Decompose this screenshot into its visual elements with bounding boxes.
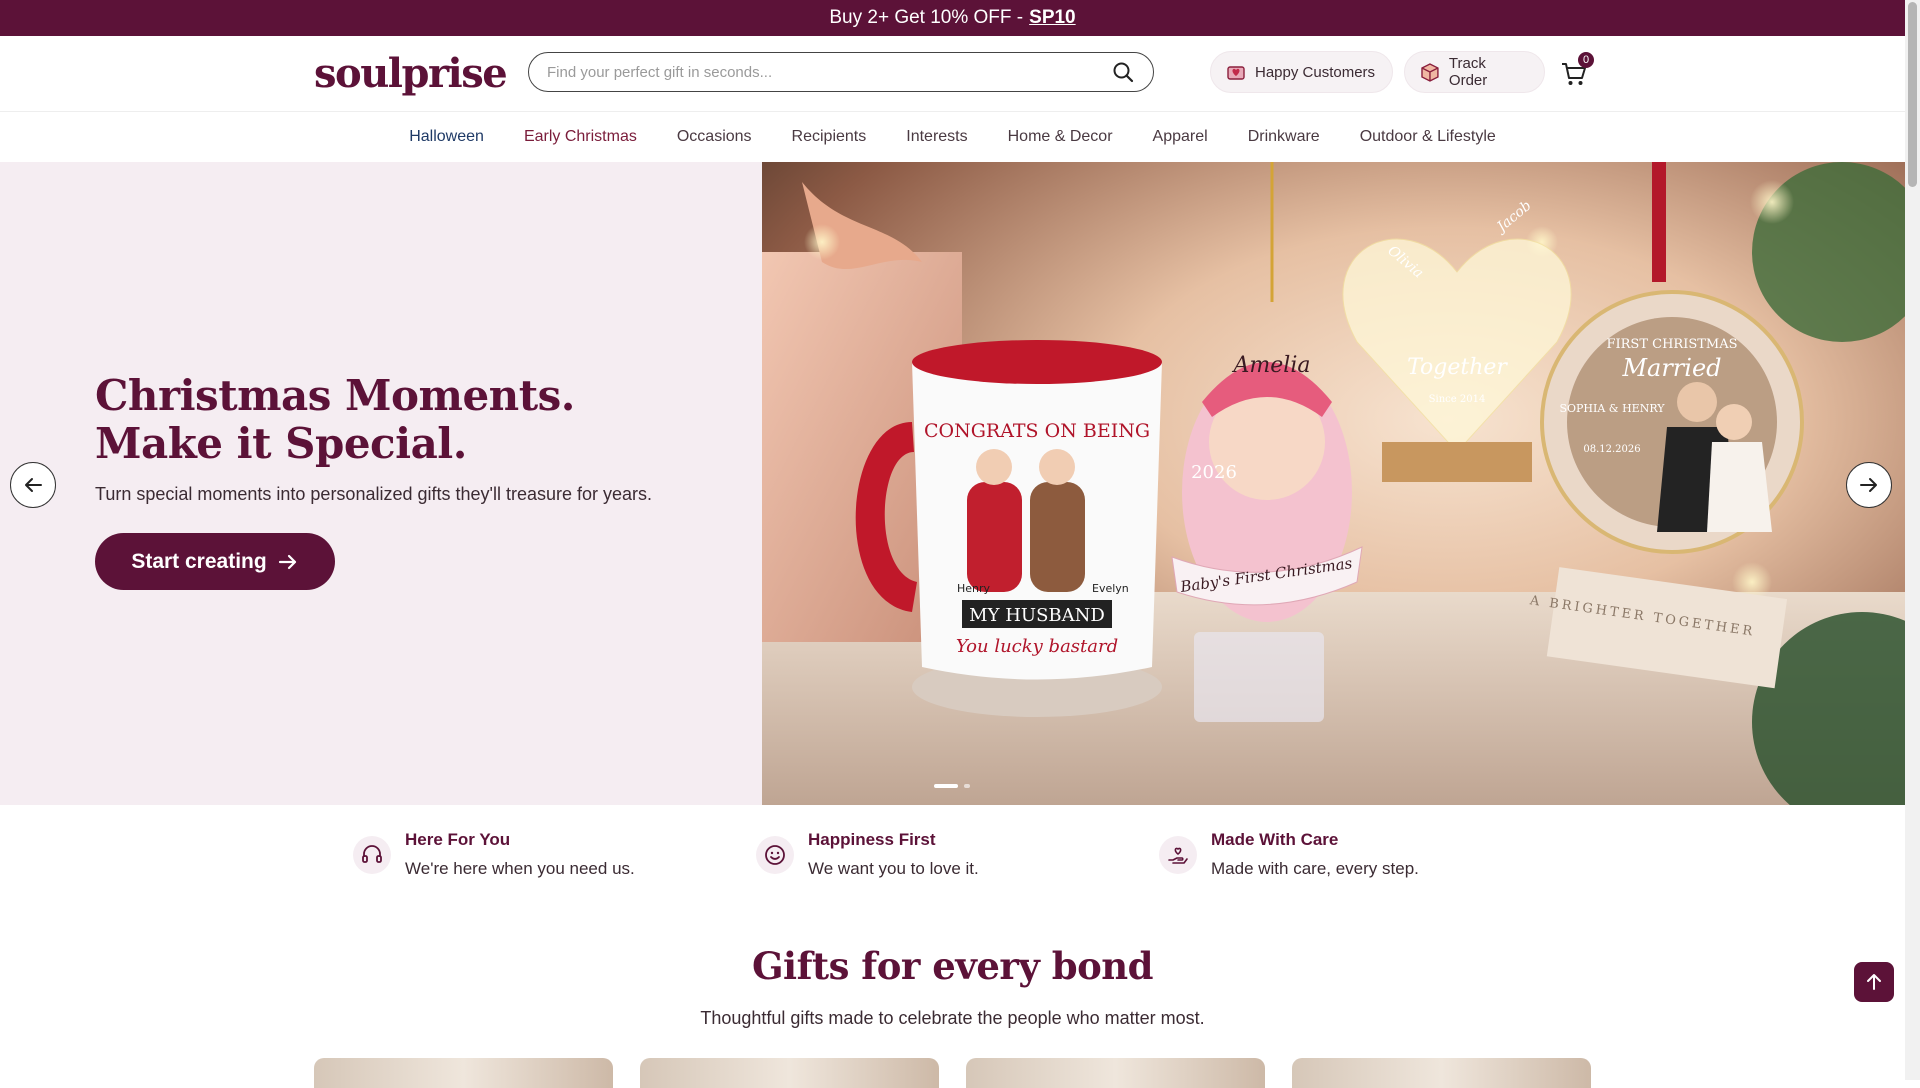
mug-name-left: Henry bbox=[957, 582, 991, 595]
feature-strip: Here For You We're here when you need us… bbox=[0, 805, 1905, 915]
hero-scene: CONGRATS ON BEING Henry Evelyn MY HUSBAN… bbox=[762, 162, 1905, 805]
hero-title: Christmas Moments. Make it Special. bbox=[95, 372, 575, 468]
bond-card[interactable] bbox=[314, 1058, 613, 1088]
carousel-next-button[interactable] bbox=[1846, 462, 1892, 508]
ornament-script: Married bbox=[1621, 354, 1721, 382]
site-header: soulprise Happy Customers Track Order 0 bbox=[0, 36, 1905, 112]
arrow-up-icon bbox=[1867, 974, 1881, 990]
nav-item-outdoor-lifestyle[interactable]: Outdoor & Lifestyle bbox=[1340, 128, 1516, 146]
hero-title-line-2: Make it Special. bbox=[95, 419, 467, 468]
mug-name-right: Evelyn bbox=[1092, 582, 1129, 595]
scrollbar-thumb[interactable] bbox=[1908, 2, 1917, 187]
carousel-dots bbox=[934, 784, 970, 788]
promo-text: Buy 2+ Get 10% OFF - bbox=[829, 7, 1024, 28]
carousel-dot[interactable] bbox=[964, 784, 970, 788]
nav-item-recipients[interactable]: Recipients bbox=[772, 128, 887, 146]
feature-here-for-you: Here For You We're here when you need us… bbox=[353, 830, 635, 879]
search-bar bbox=[528, 52, 1154, 92]
ornament-top: FIRST CHRISTMAS bbox=[1606, 337, 1737, 352]
track-order-label: Track Order bbox=[1448, 55, 1488, 89]
cart-button[interactable]: 0 bbox=[1560, 52, 1594, 90]
search-input[interactable] bbox=[547, 63, 1111, 81]
hero-title-line-1: Christmas Moments. bbox=[95, 371, 575, 420]
bond-card[interactable] bbox=[966, 1058, 1265, 1088]
happy-customers-button[interactable]: Happy Customers bbox=[1210, 51, 1393, 93]
scroll-to-top-button[interactable] bbox=[1854, 962, 1894, 1002]
heart-since: Since 2014 bbox=[1429, 394, 1486, 405]
hero-text-panel: Christmas Moments. Make it Special. Turn… bbox=[0, 162, 762, 805]
track-order-button[interactable]: Track Order bbox=[1404, 51, 1545, 93]
section-subtitle: Thoughtful gifts made to celebrate the p… bbox=[700, 1008, 1205, 1028]
nav-item-apparel[interactable]: Apparel bbox=[1133, 128, 1228, 146]
heart-word: Together bbox=[1407, 355, 1508, 380]
smiley-icon bbox=[756, 836, 794, 874]
feature-title: Made With Care bbox=[1211, 830, 1339, 849]
hand-heart-icon bbox=[1159, 836, 1197, 874]
baby-name: Amelia bbox=[1232, 353, 1311, 378]
feature-description: Made with care, every step. bbox=[1211, 859, 1419, 878]
section-title: Gifts for every bond bbox=[751, 944, 1154, 988]
nav-item-home-decor[interactable]: Home & Decor bbox=[988, 128, 1133, 146]
bond-cards bbox=[314, 1058, 1591, 1088]
feature-title: Here For You bbox=[405, 830, 511, 849]
arrow-left-icon bbox=[25, 478, 42, 492]
bond-card[interactable] bbox=[640, 1058, 939, 1088]
feature-made-with-care: Made With Care Made with care, every ste… bbox=[1159, 830, 1419, 879]
promo-code[interactable]: SP10 bbox=[1029, 7, 1075, 29]
mug-banner-text: MY HUSBAND bbox=[969, 605, 1105, 626]
headset-icon bbox=[353, 836, 391, 874]
site-logo[interactable]: soulprise bbox=[314, 50, 508, 97]
nav-item-interests[interactable]: Interests bbox=[886, 128, 987, 146]
feature-description: We want you to love it. bbox=[808, 859, 979, 878]
hero-product-image[interactable]: CONGRATS ON BEING Henry Evelyn MY HUSBAN… bbox=[762, 162, 1905, 805]
carousel-dot-active[interactable] bbox=[934, 784, 958, 788]
arrow-right-icon bbox=[278, 554, 296, 569]
bond-card[interactable] bbox=[1292, 1058, 1591, 1088]
carousel-prev-button[interactable] bbox=[10, 462, 56, 508]
ornament-date: 08.12.2026 bbox=[1583, 444, 1640, 455]
nav-item-drinkware[interactable]: Drinkware bbox=[1228, 128, 1340, 146]
start-creating-button[interactable]: Start creating bbox=[95, 533, 335, 590]
package-icon bbox=[1421, 63, 1439, 82]
main-nav: Halloween Early Christmas Occasions Reci… bbox=[0, 112, 1905, 162]
heart-gift-icon bbox=[1227, 66, 1245, 80]
feature-description: We're here when you need us. bbox=[405, 859, 635, 878]
search-icon[interactable] bbox=[1111, 60, 1135, 84]
page-scrollbar[interactable] bbox=[1905, 0, 1920, 1080]
hero-carousel: Christmas Moments. Make it Special. Turn… bbox=[0, 162, 1905, 805]
happy-customers-label: Happy Customers bbox=[1255, 63, 1376, 81]
mug-bottom-text: You lucky bastard bbox=[956, 636, 1118, 657]
baby-year: 2026 bbox=[1191, 462, 1237, 483]
start-creating-label: Start creating bbox=[131, 549, 267, 573]
nav-item-halloween[interactable]: Halloween bbox=[389, 128, 504, 146]
cart-count-badge: 0 bbox=[1578, 52, 1594, 68]
ornament-names: SOPHIA & HENRY bbox=[1559, 402, 1665, 415]
feature-happiness-first: Happiness First We want you to love it. bbox=[756, 830, 979, 879]
nav-item-occasions[interactable]: Occasions bbox=[657, 128, 772, 146]
promo-bar: Buy 2+ Get 10% OFF - SP10 bbox=[0, 0, 1905, 36]
arrow-right-icon bbox=[1860, 478, 1877, 492]
heart-name-2: Jacob bbox=[1492, 198, 1535, 237]
feature-title: Happiness First bbox=[808, 830, 936, 849]
mug-top-text: CONGRATS ON BEING bbox=[924, 420, 1150, 442]
nav-item-early-christmas[interactable]: Early Christmas bbox=[504, 128, 657, 146]
hero-subtitle: Turn special moments into personalized g… bbox=[95, 484, 653, 504]
